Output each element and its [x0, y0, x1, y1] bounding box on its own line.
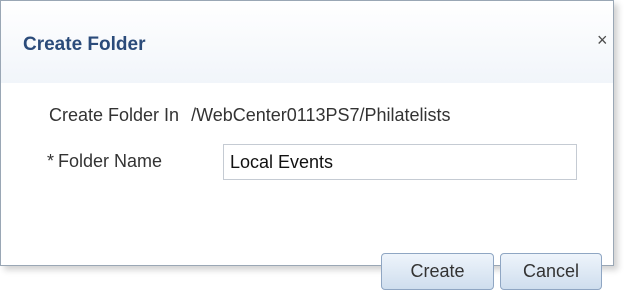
create-folder-in-row: Create Folder In/WebCenter0113PS7/Philat…	[49, 105, 451, 126]
create-folder-dialog: Create Folder × Create Folder In/WebCent…	[0, 0, 614, 290]
required-mark: *	[47, 151, 55, 171]
create-folder-in-label: Create Folder In	[49, 105, 180, 125]
folder-name-input[interactable]	[223, 144, 577, 180]
close-icon[interactable]: ×	[597, 31, 608, 49]
cancel-button[interactable]: Cancel	[500, 253, 602, 290]
folder-name-label-group: * Folder Name	[47, 151, 162, 172]
folder-name-label: Folder Name	[58, 151, 163, 171]
create-folder-in-path: /WebCenter0113PS7/Philatelists	[191, 105, 451, 125]
dialog-header: Create Folder ×	[1, 1, 613, 83]
dialog-title: Create Folder	[23, 34, 146, 55]
create-button[interactable]: Create	[381, 253, 494, 290]
